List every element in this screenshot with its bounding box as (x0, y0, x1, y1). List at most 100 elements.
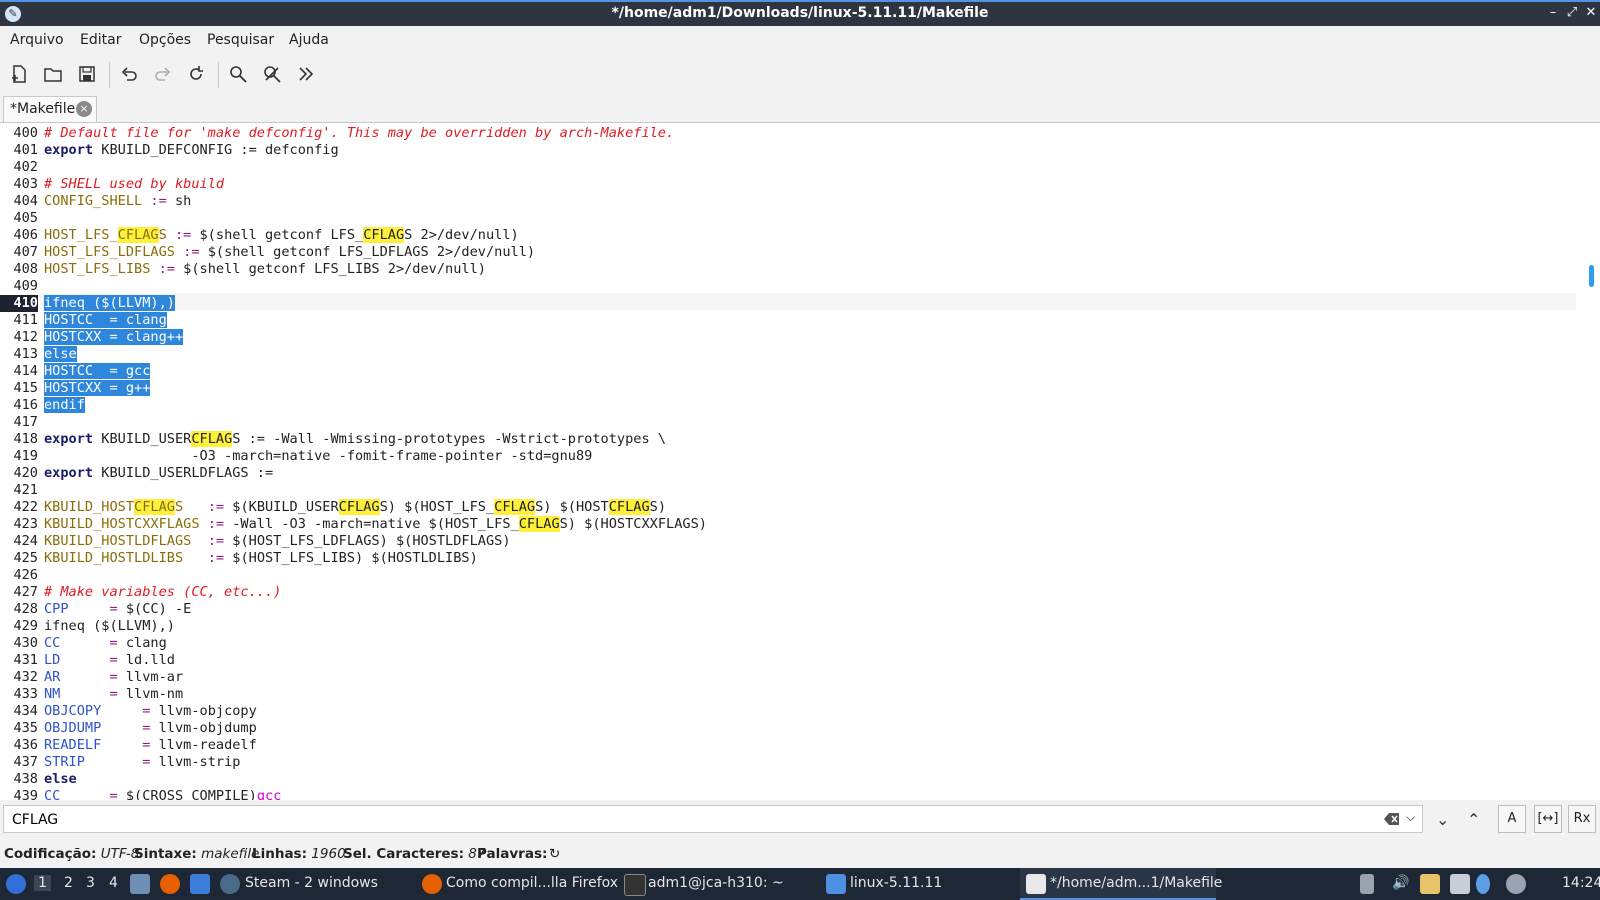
line-number: 427 (13, 584, 38, 600)
close-icon[interactable]: ✕ (1582, 4, 1600, 22)
code-line: -O3 -march=native -fomit-frame-pointer -… (44, 448, 593, 464)
line-number: 408 (13, 261, 38, 277)
window-titlebar: ✎ */home/adm1/Downloads/linux-5.11.11/Ma… (0, 0, 1600, 26)
code-line: HOSTCC = gcc (44, 363, 151, 379)
start-menu-icon[interactable] (6, 874, 26, 894)
open-folder-icon[interactable] (39, 60, 67, 88)
menu-editar[interactable]: Editar (80, 32, 121, 48)
code-line: CONFIG_SHELL := sh (44, 193, 192, 209)
code-line: KBUILD_HOSTLDLIBS := $(HOST_LFS_LIBS) $(… (44, 550, 478, 566)
line-number: 426 (13, 567, 38, 583)
code-line: HOSTCXX = g++ (44, 380, 151, 396)
status-syntax: Sintaxe: makefile (134, 846, 260, 862)
code-line: endif (44, 397, 85, 413)
code-line: KBUILD_HOSTCXXFLAGS := -Wall -O3 -march=… (44, 516, 707, 532)
status-encoding: Codificação: UTF-8 (4, 846, 140, 862)
task-file-manager[interactable]: linux-5.11.11 (850, 875, 942, 891)
volume-icon[interactable]: 🔊 (1392, 875, 1409, 891)
maximize-icon[interactable]: ⤢ (1563, 4, 1581, 22)
code-line: ifneq ($(LLVM),) (44, 618, 175, 634)
line-number-gutter: 400 401 402 403 404 405 406 407 408 409 410 411 412 4… (0, 123, 40, 800)
workspace-1[interactable]: 1 (34, 875, 51, 891)
menu-pesquisar[interactable]: Pesquisar (207, 32, 274, 48)
window-title: */home/adm1/Downloads/linux-5.11.11/Make… (611, 5, 989, 21)
status-words: Palavras: (477, 846, 548, 862)
notification-icon[interactable] (1476, 874, 1490, 894)
folder-icon (826, 874, 846, 894)
code-line: HOST_LFS_LIBS := $(shell getconf LFS_LIB… (44, 261, 486, 277)
workspace-2[interactable]: 2 (64, 875, 73, 891)
code-line: AR = llvm-ar (44, 669, 184, 685)
document-tab-bar: *Makefile × (0, 94, 1600, 123)
line-number: 400 (13, 125, 38, 141)
code-line: OBJCOPY = llvm-objcopy (44, 703, 257, 719)
code-editor[interactable]: 400 401 402 403 404 405 406 407 408 409 410 411 412 4… (0, 123, 1600, 800)
scrollbar-thumb[interactable] (1589, 265, 1594, 287)
new-document-icon[interactable] (5, 60, 33, 88)
line-number: 423 (13, 516, 38, 532)
find-icon[interactable] (224, 60, 252, 88)
more-icon[interactable] (292, 60, 320, 88)
code-line: # SHELL used by kbuild (44, 176, 225, 192)
current-line-highlight (40, 293, 1576, 310)
refresh-words-icon[interactable]: ↻ (549, 846, 560, 862)
workspace-3[interactable]: 3 (86, 875, 95, 891)
tab-makefile[interactable]: *Makefile × (3, 96, 97, 122)
notes-icon[interactable] (1420, 874, 1440, 894)
firefox-icon[interactable] (160, 874, 180, 894)
steam-icon (220, 874, 240, 894)
line-number: 417 (13, 414, 38, 430)
tab-close-icon[interactable]: × (76, 101, 92, 117)
line-number: 416 (13, 397, 38, 413)
code-line: HOST_LFS_LDFLAGS := $(shell getconf LFS_… (44, 244, 536, 260)
undo-icon[interactable] (115, 60, 143, 88)
menu-arquivo[interactable]: Arquivo (10, 32, 64, 48)
terminal-icon (624, 874, 646, 896)
clipboard-icon[interactable] (1360, 874, 1374, 894)
find-history-dropdown-icon[interactable]: ⌵ (1406, 810, 1415, 825)
task-firefox[interactable]: Como compil...lla Firefox (446, 875, 618, 891)
task-terminal[interactable]: adm1@jca-h310: ~ (648, 875, 784, 891)
line-number: 422 (13, 499, 38, 515)
app-launcher-icon[interactable] (190, 874, 210, 894)
redo-icon[interactable] (149, 60, 177, 88)
line-number: 413 (13, 346, 38, 362)
clear-icon[interactable] (1384, 812, 1400, 826)
code-line: READELF = llvm-readelf (44, 737, 257, 753)
task-steam[interactable]: Steam - 2 windows (245, 875, 378, 891)
clock: 14:24 (1562, 875, 1600, 891)
code-line: HOSTCXX = clang++ (44, 329, 184, 345)
file-manager-icon[interactable] (130, 874, 150, 894)
code-line: # Default file for 'make defconfig'. Thi… (44, 125, 675, 141)
find-input[interactable] (10, 809, 1374, 831)
display-icon[interactable] (1450, 874, 1470, 894)
task-editor[interactable]: */home/adm...1/Makefile (1050, 875, 1222, 891)
code-line: ifneq ($(LLVM),) (44, 295, 175, 311)
menu-opcoes[interactable]: Opções (139, 32, 191, 48)
find-field[interactable]: ⌵ (3, 805, 1423, 833)
line-number: 432 (13, 669, 38, 685)
find-previous-icon[interactable]: ⌃ (1467, 810, 1480, 829)
status-lines: Linhas: 1960 (252, 846, 346, 862)
line-number: 420 (13, 465, 38, 481)
find-next-icon[interactable]: ⌄ (1436, 810, 1449, 829)
replace-icon[interactable] (258, 60, 286, 88)
workspace-4[interactable]: 4 (109, 875, 118, 891)
reload-icon[interactable] (182, 60, 210, 88)
vertical-scrollbar[interactable] (1576, 123, 1600, 800)
network-icon[interactable] (1506, 874, 1526, 894)
match-case-toggle[interactable]: A (1498, 805, 1526, 833)
code-line: CC = clang (44, 635, 167, 651)
toolbar-separator (218, 62, 219, 88)
line-number: 415 (13, 380, 38, 396)
line-number: 424 (13, 533, 38, 549)
regex-toggle[interactable]: Rx (1568, 805, 1596, 833)
menu-ajuda[interactable]: Ajuda (289, 32, 329, 48)
code-line: export KBUILD_USERLDFLAGS := (44, 465, 274, 481)
line-number: 412 (13, 329, 38, 345)
code-line: HOSTCC = clang (44, 312, 167, 328)
whole-word-toggle[interactable]: [↔] (1534, 805, 1562, 833)
save-icon[interactable] (73, 60, 101, 88)
minimize-icon[interactable]: – (1544, 4, 1562, 22)
line-number: 439 (13, 788, 38, 800)
